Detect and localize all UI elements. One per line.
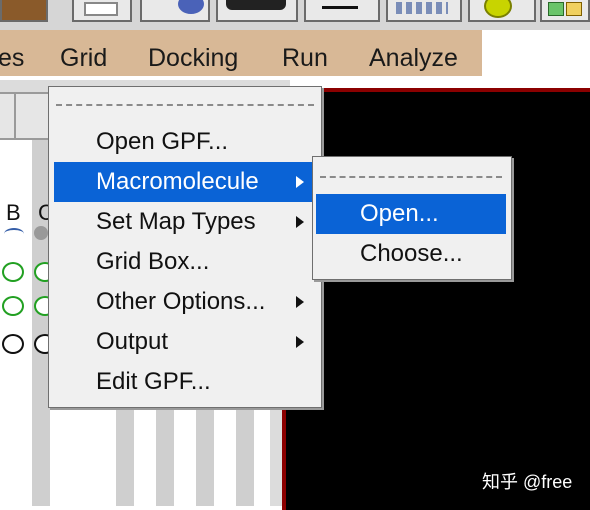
- submenu-tearoff-line[interactable]: [320, 176, 502, 178]
- toolbar-button-2[interactable]: [72, 0, 132, 22]
- atom-icon: [34, 226, 48, 240]
- menu-item-label: Other Options...: [96, 288, 266, 315]
- menu-item-macromolecule[interactable]: Macromolecule: [54, 162, 316, 202]
- green-square-icon: [548, 2, 564, 16]
- toolbar-button-7[interactable]: [468, 0, 536, 22]
- ball-icon: [484, 0, 512, 18]
- line-icon: [322, 6, 358, 9]
- sphere-icon: [178, 0, 204, 14]
- menu-item-label: Set Map Types: [96, 208, 256, 235]
- submenu-arrow-icon: [296, 176, 304, 188]
- menu-partial[interactable]: es: [0, 30, 24, 76]
- menu-item-label: Output: [96, 328, 169, 355]
- menu-docking[interactable]: Docking: [148, 30, 238, 76]
- submenu-arrow-icon: [296, 216, 304, 228]
- 3d-viewer[interactable]: [282, 88, 590, 510]
- menu-grid[interactable]: Grid: [60, 30, 107, 76]
- submenu-item-choose[interactable]: Choose...: [316, 234, 506, 274]
- toolbar-button-8[interactable]: [540, 0, 590, 22]
- toolbar-button-1[interactable]: [0, 0, 48, 22]
- bar-icon: [226, 0, 286, 10]
- toolbar-button-4[interactable]: [216, 0, 298, 22]
- toggle-oval-green[interactable]: [2, 296, 24, 316]
- menu-item-edit-gpf[interactable]: Edit GPF...: [54, 362, 316, 402]
- menu-item-other-options[interactable]: Other Options...: [54, 282, 316, 322]
- menu-item-open-gpf[interactable]: Open GPF...: [54, 122, 316, 162]
- toggle-oval-black[interactable]: [2, 334, 24, 354]
- menu-item-label: Macromolecule: [96, 168, 259, 195]
- dashed-line-icon: [396, 2, 448, 14]
- bond-icon: [4, 228, 24, 240]
- toolbar-button-3[interactable]: [140, 0, 210, 22]
- submenu-item-open[interactable]: Open...: [316, 194, 506, 234]
- toolbar-button-5[interactable]: [304, 0, 380, 22]
- window-icon: [84, 2, 118, 16]
- toggle-oval-green[interactable]: [2, 262, 24, 282]
- submenu-arrow-icon: [296, 296, 304, 308]
- tearoff-line[interactable]: [56, 104, 314, 106]
- menu-run[interactable]: Run: [282, 30, 328, 76]
- menu-analyze[interactable]: Analyze: [369, 30, 458, 76]
- menu-item-set-map-types[interactable]: Set Map Types: [54, 202, 316, 242]
- folder-icon: [566, 2, 582, 16]
- watermark: 知乎 @free: [482, 472, 573, 492]
- menu-item-grid-box[interactable]: Grid Box...: [54, 242, 316, 282]
- column-header-b: B: [6, 200, 21, 225]
- toolbar-button-6[interactable]: [386, 0, 462, 22]
- menu-item-output[interactable]: Output: [54, 322, 316, 362]
- submenu-arrow-icon: [296, 336, 304, 348]
